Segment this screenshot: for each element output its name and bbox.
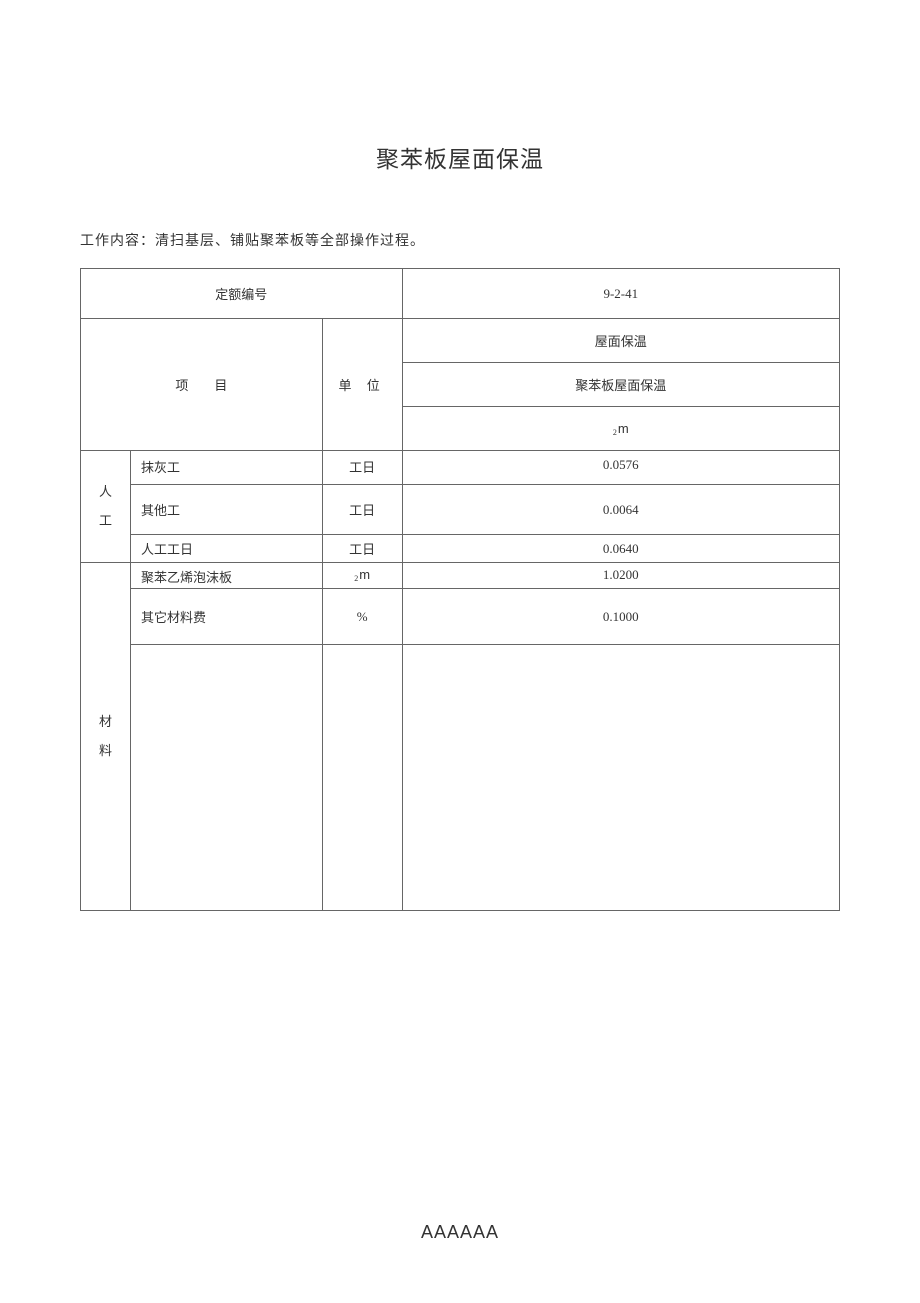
measure-unit-cell: 2m [402,407,839,451]
row-value: 1.0200 [402,563,839,589]
empty-cell [130,645,322,911]
row-name: 其他工 [130,485,322,535]
page-footer: AAAAAA [0,1222,920,1243]
row-name: 抹灰工 [130,451,322,485]
row-value: 0.0064 [402,485,839,535]
page-title: 聚苯板屋面保温 [80,140,840,174]
section-labor: 人工 [81,451,131,563]
category-cell: 屋面保温 [402,319,839,363]
section-material: 材料 [81,563,131,911]
row-unit: 工日 [322,535,402,563]
quota-table: 定额编号 9-2-41 项 目 单 位 屋面保温 聚苯板屋面保温 2m 人工 抹… [80,268,840,911]
subcategory-cell: 聚苯板屋面保温 [402,363,839,407]
work-description: 工作内容：清扫基层、铺贴聚苯板等全部操作过程。 [80,230,840,250]
row-name: 人工工日 [130,535,322,563]
row-name: 聚苯乙烯泡沫板 [130,563,322,589]
row-name: 其它材料费 [130,589,322,645]
row-unit: 工日 [322,451,402,485]
row-unit: % [322,589,402,645]
row-value: 0.0576 [402,451,839,485]
project-label: 项 目 [81,319,323,451]
empty-cell [402,645,839,911]
quota-no-value: 9-2-41 [402,269,839,319]
quota-no-label: 定额编号 [81,269,403,319]
row-unit: 2m [322,563,402,589]
row-value: 0.1000 [402,589,839,645]
empty-cell [322,645,402,911]
unit-label: 单 位 [322,319,402,451]
row-value: 0.0640 [402,535,839,563]
row-unit: 工日 [322,485,402,535]
